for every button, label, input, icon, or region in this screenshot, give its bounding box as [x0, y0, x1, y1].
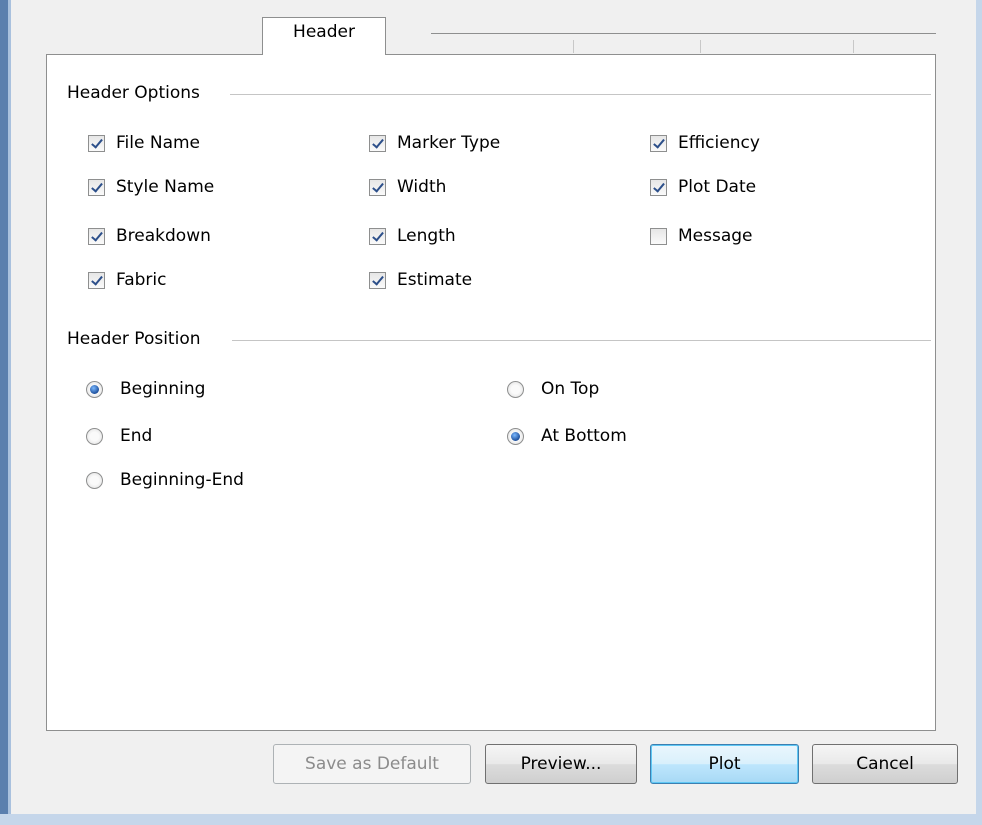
- dialog-window: Header Header Options File Name Marker T…: [0, 0, 982, 825]
- tab-join-mask: [263, 53, 385, 56]
- radio-beginning-end[interactable]: Beginning-End: [86, 468, 244, 492]
- checkbox-efficiency[interactable]: Efficiency: [650, 131, 760, 155]
- tab-separator: [700, 40, 701, 53]
- preview-button[interactable]: Preview...: [485, 744, 637, 784]
- tab-header[interactable]: Header: [262, 17, 386, 55]
- checkbox-box[interactable]: [369, 134, 386, 152]
- checkbox-box[interactable]: [88, 134, 105, 152]
- radio-button[interactable]: [86, 427, 103, 445]
- tab-strip: [46, 0, 936, 36]
- save-as-default-label: Save as Default: [305, 754, 439, 774]
- checkbox-label: Breakdown: [116, 226, 211, 246]
- window-right-border: [976, 0, 982, 825]
- tab-separator: [573, 40, 574, 53]
- checkbox-label: Style Name: [116, 177, 215, 197]
- checkbox-width[interactable]: Width: [369, 175, 446, 199]
- checkbox-box[interactable]: [88, 178, 105, 196]
- checkbox-box[interactable]: [88, 227, 105, 245]
- radio-at-bottom[interactable]: At Bottom: [507, 424, 627, 448]
- tab-strip-line: [431, 33, 936, 34]
- radio-label: Beginning: [120, 379, 206, 399]
- radio-button[interactable]: [507, 427, 524, 445]
- checkbox-label: Width: [397, 177, 447, 197]
- radio-button[interactable]: [86, 380, 103, 398]
- tab-separator: [853, 40, 854, 53]
- checkbox-label: Estimate: [397, 270, 473, 290]
- window-bottom-border: [0, 814, 982, 825]
- window-left-border: [0, 0, 11, 825]
- group-divider-options: [230, 94, 931, 95]
- checkbox-file-name[interactable]: File Name: [88, 131, 200, 155]
- radio-label: End: [120, 426, 153, 446]
- checkbox-label: File Name: [116, 133, 201, 153]
- plot-label: Plot: [708, 754, 741, 774]
- checkbox-box[interactable]: [650, 227, 667, 245]
- checkbox-label: Marker Type: [397, 133, 501, 153]
- checkbox-message[interactable]: Message: [650, 224, 753, 248]
- checkbox-box[interactable]: [369, 178, 386, 196]
- radio-label: At Bottom: [541, 426, 627, 446]
- checkbox-label: Length: [397, 226, 456, 246]
- radio-label: On Top: [541, 379, 600, 399]
- checkbox-fabric[interactable]: Fabric: [88, 268, 167, 292]
- preview-label: Preview...: [520, 754, 602, 774]
- checkbox-label: Message: [678, 226, 753, 246]
- checkbox-style-name[interactable]: Style Name: [88, 175, 214, 199]
- checkbox-length[interactable]: Length: [369, 224, 456, 248]
- radio-button[interactable]: [507, 380, 524, 398]
- tab-header-label: Header: [293, 22, 355, 42]
- group-divider-position: [232, 340, 931, 341]
- checkbox-box[interactable]: [88, 271, 105, 289]
- checkbox-marker-type[interactable]: Marker Type: [369, 131, 500, 155]
- checkbox-box[interactable]: [369, 271, 386, 289]
- save-as-default-button[interactable]: Save as Default: [273, 744, 471, 784]
- checkbox-plot-date[interactable]: Plot Date: [650, 175, 756, 199]
- radio-end[interactable]: End: [86, 424, 152, 448]
- checkbox-box[interactable]: [650, 134, 667, 152]
- checkbox-box[interactable]: [369, 227, 386, 245]
- checkbox-estimate[interactable]: Estimate: [369, 268, 472, 292]
- checkbox-label: Plot Date: [678, 177, 757, 197]
- radio-label: Beginning-End: [120, 470, 244, 490]
- checkbox-label: Fabric: [116, 270, 167, 290]
- cancel-label: Cancel: [856, 754, 914, 774]
- checkbox-box[interactable]: [650, 178, 667, 196]
- radio-button[interactable]: [86, 471, 103, 489]
- checkbox-breakdown[interactable]: Breakdown: [88, 224, 211, 248]
- checkbox-label: Efficiency: [678, 133, 760, 153]
- group-title-header-options: Header Options: [67, 83, 206, 103]
- group-title-header-position: Header Position: [67, 329, 207, 349]
- cancel-button[interactable]: Cancel: [812, 744, 958, 784]
- radio-beginning[interactable]: Beginning: [86, 377, 205, 401]
- radio-on-top[interactable]: On Top: [507, 377, 599, 401]
- plot-button[interactable]: Plot: [650, 744, 799, 784]
